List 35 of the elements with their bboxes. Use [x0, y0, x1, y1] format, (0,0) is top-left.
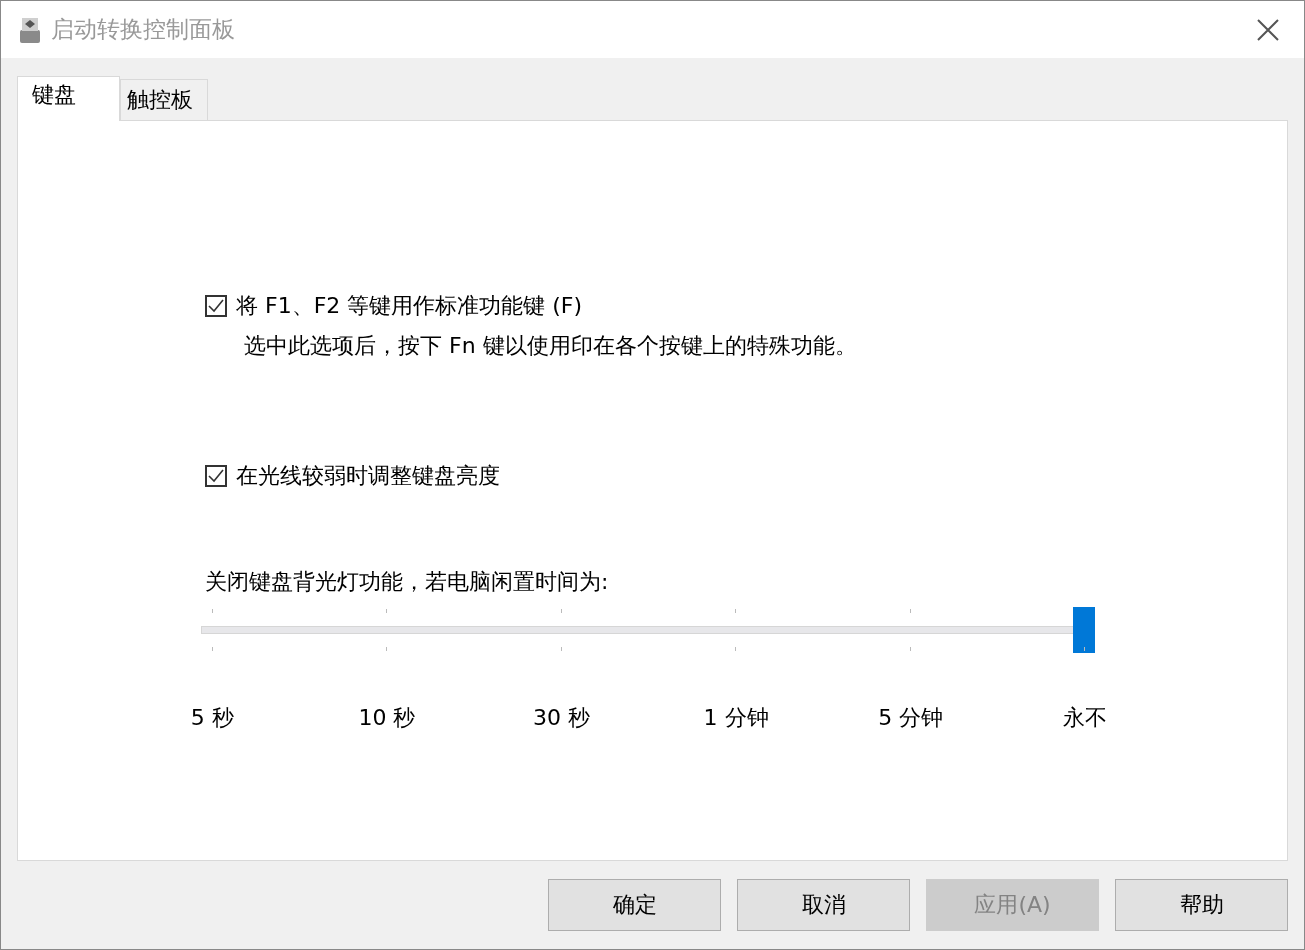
tick-mark [386, 609, 388, 613]
tick-label: 1 分钟 [703, 704, 769, 732]
slider-label: 关闭键盘背光灯功能，若电脑闲置时间为: [205, 568, 610, 596]
tick-mark [735, 647, 737, 651]
checkbox[interactable] [205, 295, 227, 317]
tick-mark [386, 647, 388, 651]
tick-label: 5 秒 [190, 704, 234, 732]
tick-mark [560, 647, 562, 651]
checkbox[interactable] [205, 465, 227, 487]
option-description: 选中此选项后，按下 Fn 键以使用印在各个按键上的特殊功能。 [244, 332, 858, 360]
tick-mark [909, 647, 911, 651]
tick-mark [212, 647, 213, 651]
dialog-button[interactable]: 确定 [548, 879, 721, 931]
window-title: 启动转换控制面板 [51, 15, 236, 44]
tick-label: 10 秒 [358, 704, 416, 732]
option-label: 将 F1、F2 等键用作标准功能键 (F) [236, 292, 583, 320]
dialog-button[interactable]: 取消 [737, 879, 910, 931]
drive-icon [19, 15, 41, 44]
option-label: 在光线较弱时调整键盘亮度 [236, 462, 500, 490]
close-button[interactable] [1256, 17, 1280, 42]
dialog-button[interactable]: 帮助 [1115, 879, 1288, 931]
tab[interactable]: 键盘 [17, 76, 120, 121]
tick-label: 永不 [1063, 704, 1108, 732]
slider-thumb[interactable] [1073, 607, 1095, 653]
tab[interactable]: 触控板 [120, 79, 208, 120]
tick-mark [560, 609, 562, 613]
tick-label: 5 分钟 [878, 704, 944, 732]
checkbox-option[interactable]: 在光线较弱时调整键盘亮度 [205, 461, 1287, 491]
tick-label: 30 秒 [533, 704, 590, 732]
tick-mark [1084, 647, 1085, 651]
tick-mark [735, 609, 737, 613]
tick-mark [909, 609, 911, 613]
slider[interactable] [201, 607, 1095, 653]
checkbox-option[interactable]: 将 F1、F2 等键用作标准功能键 (F) [205, 291, 1287, 321]
tick-mark [212, 609, 213, 613]
